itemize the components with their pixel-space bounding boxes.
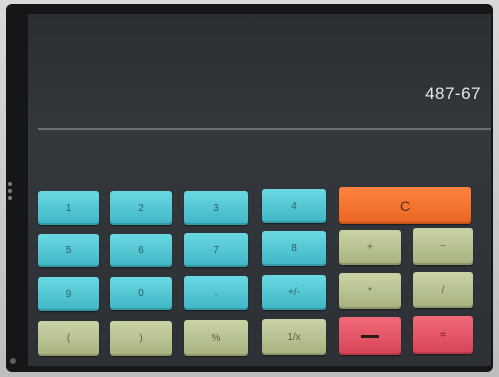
- calculator-screen: 487-67 1 2 3 4 C 5 6 7 8 + − 9 0 . +/- *…: [28, 14, 491, 366]
- key-7[interactable]: 7: [184, 233, 248, 267]
- display-area: 487-67: [28, 14, 491, 134]
- clear-button[interactable]: C: [339, 187, 471, 224]
- equals-button[interactable]: =: [413, 316, 473, 354]
- close-paren-button[interactable]: ): [110, 321, 172, 356]
- reciprocal-button[interactable]: 1/x: [262, 319, 326, 355]
- key-9[interactable]: 9: [38, 277, 99, 311]
- key-8[interactable]: 8: [262, 231, 326, 266]
- tablet-frame: 487-67 1 2 3 4 C 5 6 7 8 + − 9 0 . +/- *…: [6, 4, 493, 372]
- key-5[interactable]: 5: [38, 234, 99, 267]
- key-1[interactable]: 1: [38, 191, 99, 225]
- backspace-icon: [361, 334, 379, 338]
- backspace-button[interactable]: [339, 317, 401, 355]
- key-2[interactable]: 2: [110, 191, 172, 225]
- decimal-button[interactable]: .: [184, 276, 248, 310]
- key-4[interactable]: 4: [262, 189, 326, 223]
- multiply-button[interactable]: *: [339, 273, 401, 309]
- open-paren-button[interactable]: (: [38, 321, 99, 356]
- display-value: 487-67: [425, 84, 481, 103]
- subtract-button[interactable]: −: [413, 228, 473, 265]
- divide-button[interactable]: /: [413, 272, 473, 308]
- side-indicator: [7, 179, 13, 219]
- camera-dot: [10, 358, 16, 364]
- negate-button[interactable]: +/-: [262, 275, 326, 310]
- key-6[interactable]: 6: [110, 234, 172, 267]
- key-0[interactable]: 0: [110, 277, 172, 310]
- display-divider: [38, 128, 491, 130]
- add-button[interactable]: +: [339, 230, 401, 265]
- percent-button[interactable]: %: [184, 320, 248, 356]
- key-3[interactable]: 3: [184, 191, 248, 225]
